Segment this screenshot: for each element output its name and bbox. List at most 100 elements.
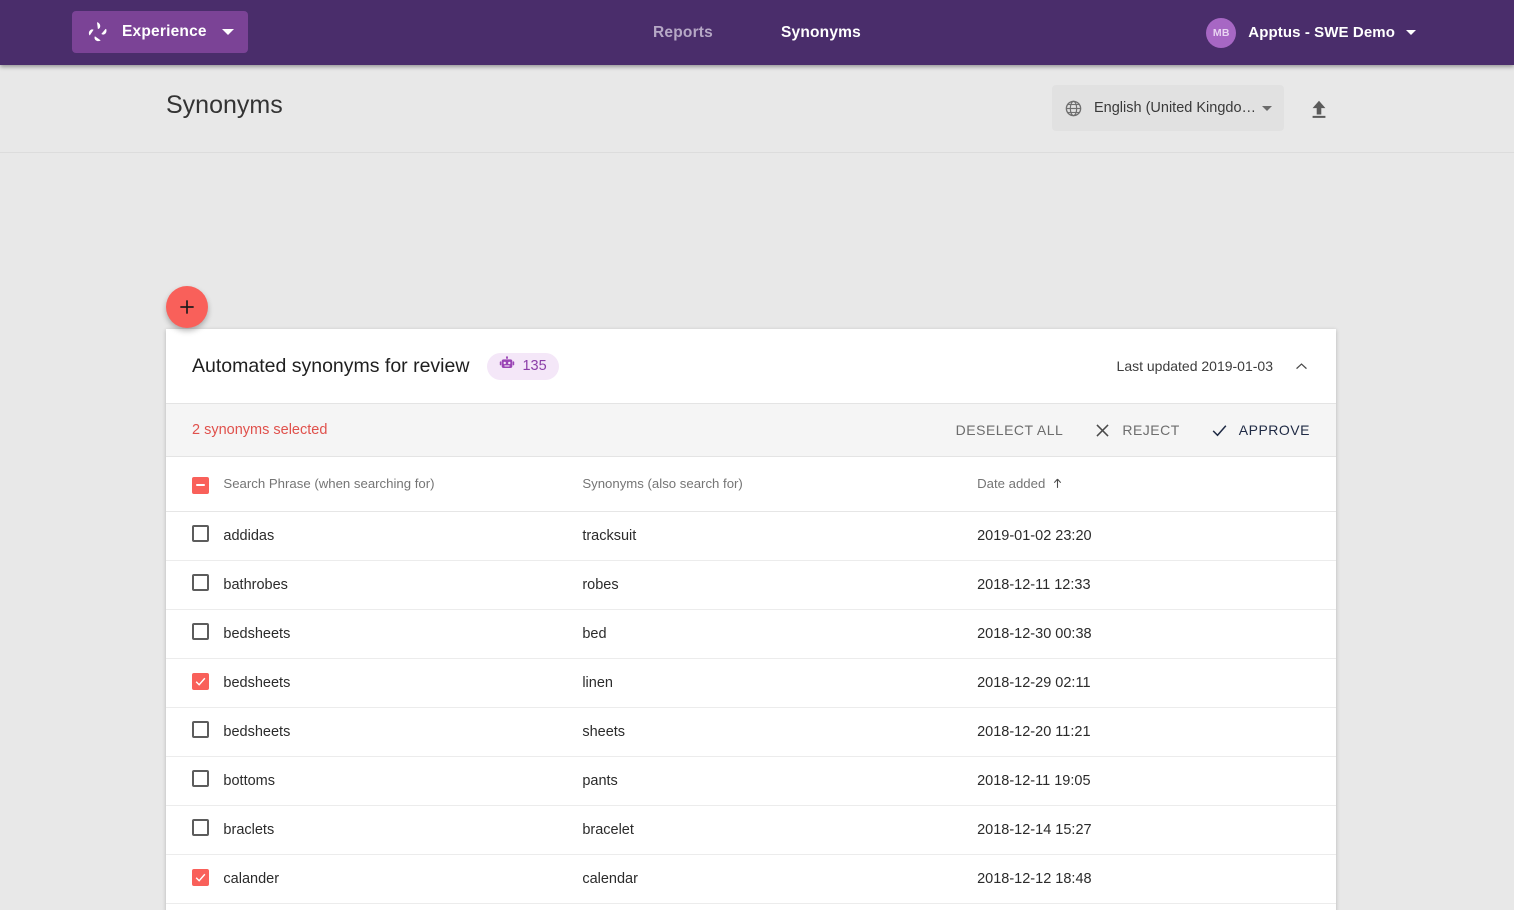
column-header-search-phrase[interactable]: Search Phrase (when searching for) xyxy=(223,457,583,512)
table-row[interactable]: calander calendar 2018-12-12 18:48 xyxy=(166,854,1336,904)
nav-link-reports[interactable]: Reports xyxy=(653,24,713,42)
card-header: Automated synonyms for review 135 Last u… xyxy=(166,329,1336,403)
cell-synonym: tracksuit xyxy=(582,511,978,561)
row-select-cell xyxy=(166,609,224,659)
approve-label: APPROVE xyxy=(1238,422,1310,438)
row-select-cell xyxy=(166,511,224,561)
table-row[interactable]: braclets bracelet 2018-12-14 15:27 xyxy=(166,805,1336,855)
chevron-down-icon xyxy=(1262,105,1272,111)
robot-icon xyxy=(499,355,515,377)
globe-icon xyxy=(1064,99,1083,118)
language-select[interactable]: English (United Kingdo… xyxy=(1052,85,1284,131)
cell-search-phrase: bathrobes xyxy=(223,560,583,610)
table-row[interactable]: bathrobes robes 2018-12-11 12:33 xyxy=(166,560,1336,610)
page-title: Synonyms xyxy=(166,91,283,119)
cell-synonym: calendar xyxy=(582,854,978,904)
row-checkbox[interactable] xyxy=(192,673,209,690)
row-select-cell xyxy=(166,854,224,904)
synonyms-table: Search Phrase (when searching for) Synon… xyxy=(166,457,1336,910)
top-navigation-bar: Experience Reports Synonyms MB Apptus - … xyxy=(0,0,1514,65)
selected-count-label: 2 synonyms selected xyxy=(192,422,328,438)
row-select-cell xyxy=(166,756,224,806)
cell-search-phrase: braclets xyxy=(223,805,583,855)
card-header-right: Last updated 2019-01-03 xyxy=(1117,358,1310,375)
selection-action-bar: 2 synonyms selected DESELECT ALL REJECT … xyxy=(166,403,1336,457)
page-header: Synonyms English (United Kingdo… xyxy=(0,65,1514,153)
cell-synonym: bracelet xyxy=(582,805,978,855)
row-checkbox[interactable] xyxy=(192,525,209,542)
collapse-card-button[interactable] xyxy=(1293,358,1310,375)
cell-search-phrase: bedsheets xyxy=(223,707,583,757)
cell-search-phrase: bottoms xyxy=(223,756,583,806)
nav-link-synonyms[interactable]: Synonyms xyxy=(781,24,861,42)
badge-count: 135 xyxy=(522,358,547,374)
check-icon xyxy=(195,873,206,882)
approve-button[interactable]: APPROVE xyxy=(1210,421,1310,440)
app-switcher-button[interactable]: Experience xyxy=(72,11,248,53)
user-name-label: Apptus - SWE Demo xyxy=(1248,24,1395,41)
row-checkbox[interactable] xyxy=(192,574,209,591)
column-header-date-added[interactable]: Date added xyxy=(977,457,1336,512)
language-value: English (United Kingdo… xyxy=(1094,100,1257,116)
card-title: Automated synonyms for review xyxy=(192,354,470,377)
cell-date-added: 2018-12-29 02:11 xyxy=(977,658,1336,708)
avatar: MB xyxy=(1206,17,1237,48)
cell-date-added: 2018-12-30 00:38 xyxy=(977,609,1336,659)
cell-synonym: robes xyxy=(582,560,978,610)
chevron-down-icon xyxy=(222,29,234,35)
cell-synonym: sheets xyxy=(582,707,978,757)
cell-synonym: linen xyxy=(582,658,978,708)
cell-synonym: pants xyxy=(582,756,978,806)
table-row[interactable]: bedsheets bed 2018-12-30 00:38 xyxy=(166,609,1336,659)
table-row[interactable]: bottoms pants 2018-12-11 19:05 xyxy=(166,756,1336,806)
reject-label: REJECT xyxy=(1122,422,1180,438)
table-row[interactable]: addidas tracksuit 2019-01-02 23:20 xyxy=(166,511,1336,561)
cell-search-phrase: bedsheets xyxy=(223,658,583,708)
plus-icon xyxy=(180,300,194,314)
add-synonym-fab[interactable] xyxy=(166,286,208,328)
primary-nav-links: Reports Synonyms xyxy=(653,24,861,42)
close-x-icon xyxy=(1096,423,1109,437)
chevron-down-icon xyxy=(1406,30,1416,35)
row-checkbox[interactable] xyxy=(192,819,209,836)
table-row[interactable]: calenderscalendar2018-12-11 23:43 xyxy=(166,903,1336,910)
row-checkbox[interactable] xyxy=(192,770,209,787)
check-icon xyxy=(1212,424,1227,436)
upload-button[interactable] xyxy=(1299,89,1339,129)
cell-search-phrase: bedsheets xyxy=(223,609,583,659)
automated-synonyms-card: Automated synonyms for review 135 Last u… xyxy=(166,329,1336,910)
deselect-all-button[interactable]: DESELECT ALL xyxy=(956,422,1064,438)
cell-date-added: 2018-12-14 15:27 xyxy=(977,805,1336,855)
cell-search-phrase: addidas xyxy=(223,511,583,561)
cell-date-added: 2018-12-11 23:43 xyxy=(977,903,1336,910)
cell-date-added: 2018-12-20 11:21 xyxy=(977,707,1336,757)
cell-synonym: bed xyxy=(582,609,978,659)
last-updated-label: Last updated 2019-01-03 xyxy=(1116,358,1273,374)
select-all-cell xyxy=(166,457,224,512)
cell-date-added: 2018-12-12 18:48 xyxy=(977,854,1336,904)
upload-icon xyxy=(1312,100,1326,118)
row-select-cell xyxy=(166,560,224,610)
table-header-row: Search Phrase (when searching for) Synon… xyxy=(166,457,1336,512)
row-checkbox[interactable] xyxy=(192,869,209,886)
app-switcher-label: Experience xyxy=(122,23,207,40)
row-select-cell xyxy=(166,903,224,910)
selection-actions: DESELECT ALL REJECT APPROVE xyxy=(926,421,1310,440)
row-select-cell xyxy=(166,805,224,855)
table-body: addidas tracksuit 2019-01-02 23:20 bathrobe… xyxy=(166,511,1336,910)
table-row[interactable]: bedsheets sheets 2018-12-20 11:21 xyxy=(166,707,1336,757)
row-checkbox[interactable] xyxy=(192,623,209,640)
cell-date-added: 2019-01-02 23:20 xyxy=(977,511,1336,561)
column-header-synonyms[interactable]: Synonyms (also search for) xyxy=(582,457,978,512)
table-row[interactable]: bedsheets linen 2018-12-29 02:11 xyxy=(166,658,1336,708)
column-header-date-added-label: Date added xyxy=(977,476,1046,492)
cell-synonym: calendar xyxy=(582,903,978,910)
pinwheel-logo-icon xyxy=(86,20,110,44)
reject-button[interactable]: REJECT xyxy=(1093,421,1179,440)
cell-date-added: 2018-12-11 12:33 xyxy=(977,560,1336,610)
row-checkbox[interactable] xyxy=(192,721,209,738)
cell-search-phrase: calenders xyxy=(223,903,583,910)
check-icon xyxy=(195,677,206,686)
select-all-checkbox[interactable] xyxy=(192,476,209,494)
user-menu[interactable]: MB Apptus - SWE Demo xyxy=(1206,0,1416,65)
